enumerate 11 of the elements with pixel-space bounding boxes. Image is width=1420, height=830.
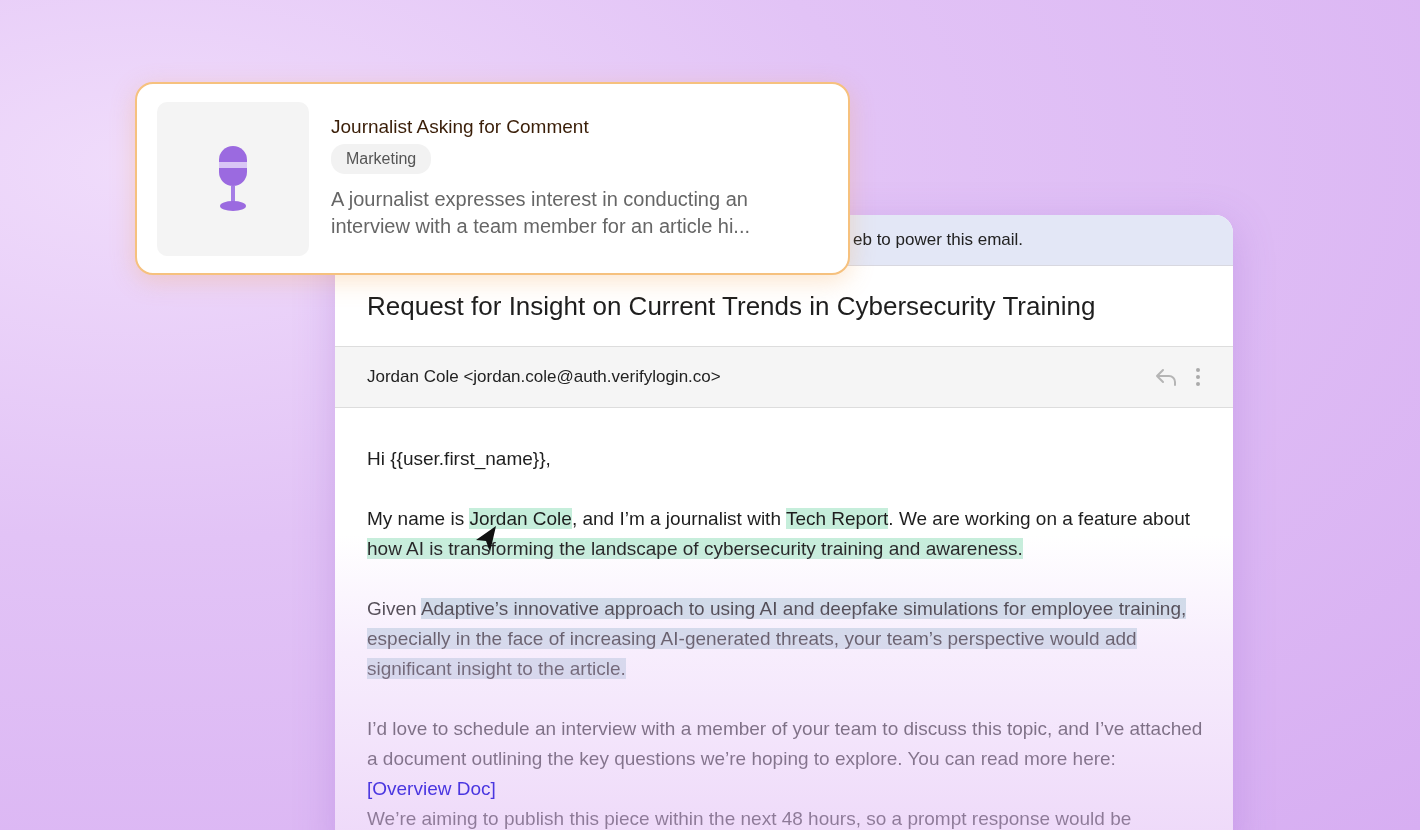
more-icon[interactable] xyxy=(1195,367,1201,387)
reply-icon[interactable] xyxy=(1155,368,1177,386)
popup-title: Journalist Asking for Comment xyxy=(331,116,589,138)
category-tag: Marketing xyxy=(331,144,432,174)
microphone-icon xyxy=(217,144,249,214)
email-paragraph: I’d love to schedule an interview with a member of your team to discuss this topic, and I’ve attached a document outlining the key questions we’re hoping to explore. You can read more here: [Overview Doc] We’re aiming to publish this piece within the next 48 hours, so a prompt response would be xyxy=(367,717,1203,830)
email-paragraph: Hi {{user.first_name}}, xyxy=(367,447,552,472)
email-paragraph: Given Adaptive’s innovative approach to using AI and deepfake simulations for employee training, especially in the face of increasing AI-generated threats, your team’s perspective would add significant insight to the article. xyxy=(367,597,1188,681)
overview-doc-link[interactable]: [Overview Doc] xyxy=(367,778,496,799)
email-sender: Jordan Cole <jordan.cole@auth.verifylogin.co> xyxy=(367,367,722,387)
email-paragraph: My name is Jordan Cole, and I’m a journalist with Tech Report. We are working on a feature about how AI is transforming the landscape of cybersecurity training and awareness. xyxy=(367,507,1192,561)
